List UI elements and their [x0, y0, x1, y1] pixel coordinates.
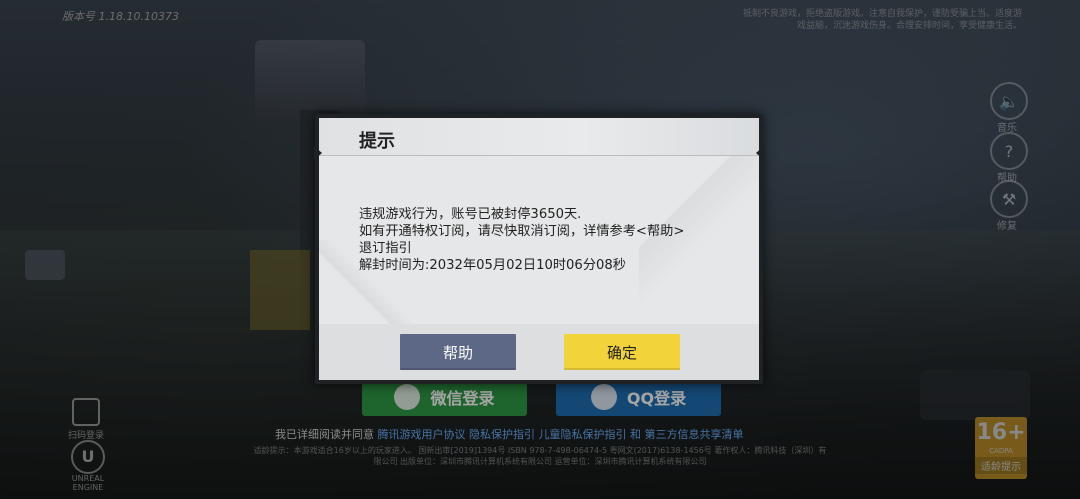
dialog-notch-right: [756, 146, 764, 160]
dialog-footer: [319, 324, 759, 380]
help-button[interactable]: 帮助: [400, 334, 516, 370]
message-line-unban-time: 解封时间为:2032年05月02日10时06分08秒: [359, 258, 626, 273]
message-line-guide: 退订指引: [359, 241, 412, 256]
message-line-ban: 违规游戏行为，账号已被封停3650天.: [359, 207, 582, 222]
confirm-button[interactable]: 确定: [564, 334, 680, 370]
dialog-message: 违规游戏行为，账号已被封停3650天. 如有开通特权订阅，请尽快取消订阅，详情参…: [359, 206, 739, 274]
header-divider: [319, 155, 759, 156]
message-line-subscription: 如有开通特权订阅，请尽快取消订阅，详情参考<帮助>: [359, 224, 685, 239]
dialog-header: 提示: [319, 118, 759, 156]
ban-notice-dialog: 提示 违规游戏行为，账号已被封停3650天. 如有开通特权订阅，请尽快取消订阅，…: [314, 114, 764, 384]
dialog-title: 提示: [359, 131, 395, 152]
dialog-panel: 提示 违规游戏行为，账号已被封停3650天. 如有开通特权订阅，请尽快取消订阅，…: [319, 118, 759, 380]
dialog-notch-left: [314, 146, 322, 160]
